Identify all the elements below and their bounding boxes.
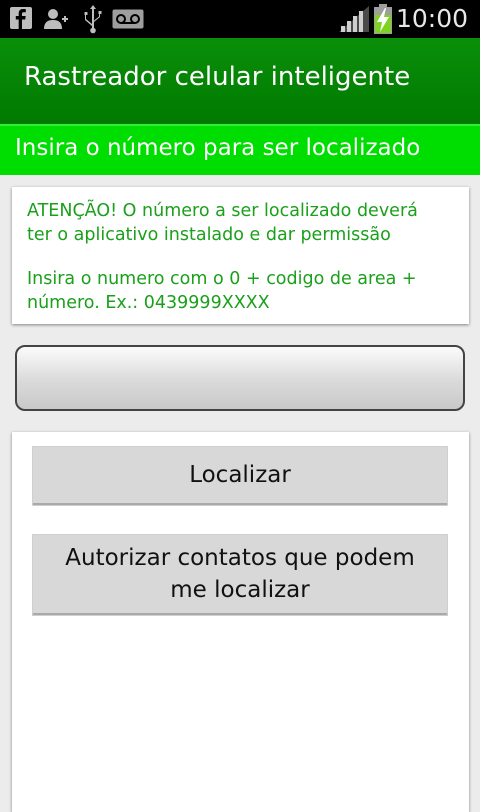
app-title: Rastreador celular inteligente bbox=[24, 62, 411, 92]
usb-icon bbox=[82, 4, 104, 38]
phone-number-input[interactable] bbox=[15, 345, 465, 411]
authorize-contacts-label-line-1: Autorizar contatos que podem bbox=[65, 545, 415, 571]
battery-charging-icon bbox=[373, 4, 393, 38]
instruction-text-line-2: número. Ex.: 0439999XXXX bbox=[27, 293, 270, 313]
signal-icon bbox=[339, 6, 369, 36]
clock-time: 10:00 bbox=[395, 4, 468, 33]
add-contact-icon bbox=[44, 8, 68, 34]
info-card: ATENÇÃO! O número a ser localizado dever… bbox=[12, 187, 469, 324]
actions-panel: Localizar Autorizar contatos que podem m… bbox=[12, 432, 469, 812]
app-title-bar: Rastreador celular inteligente bbox=[0, 38, 480, 124]
instruction-text-line-1: Insira o numero com o 0 + codigo de area… bbox=[27, 269, 417, 289]
subtitle-bar: Insira o número para ser localizado bbox=[0, 124, 480, 175]
authorize-contacts-button[interactable]: Autorizar contatos que podem me localiza… bbox=[33, 535, 447, 615]
subtitle-text: Insira o número para ser localizado bbox=[15, 135, 421, 161]
status-bar: 10:00 bbox=[0, 0, 480, 38]
localizar-button-label: Localizar bbox=[189, 462, 291, 488]
voicemail-icon bbox=[112, 9, 144, 33]
localizar-button[interactable]: Localizar bbox=[33, 447, 447, 505]
authorize-contacts-label-line-2: me localizar bbox=[170, 577, 310, 603]
warning-text-line-2: ter o aplicativo instalado e dar permiss… bbox=[27, 225, 391, 245]
facebook-icon bbox=[10, 7, 32, 33]
warning-text-line-1: ATENÇÃO! O número a ser localizado dever… bbox=[27, 201, 418, 221]
